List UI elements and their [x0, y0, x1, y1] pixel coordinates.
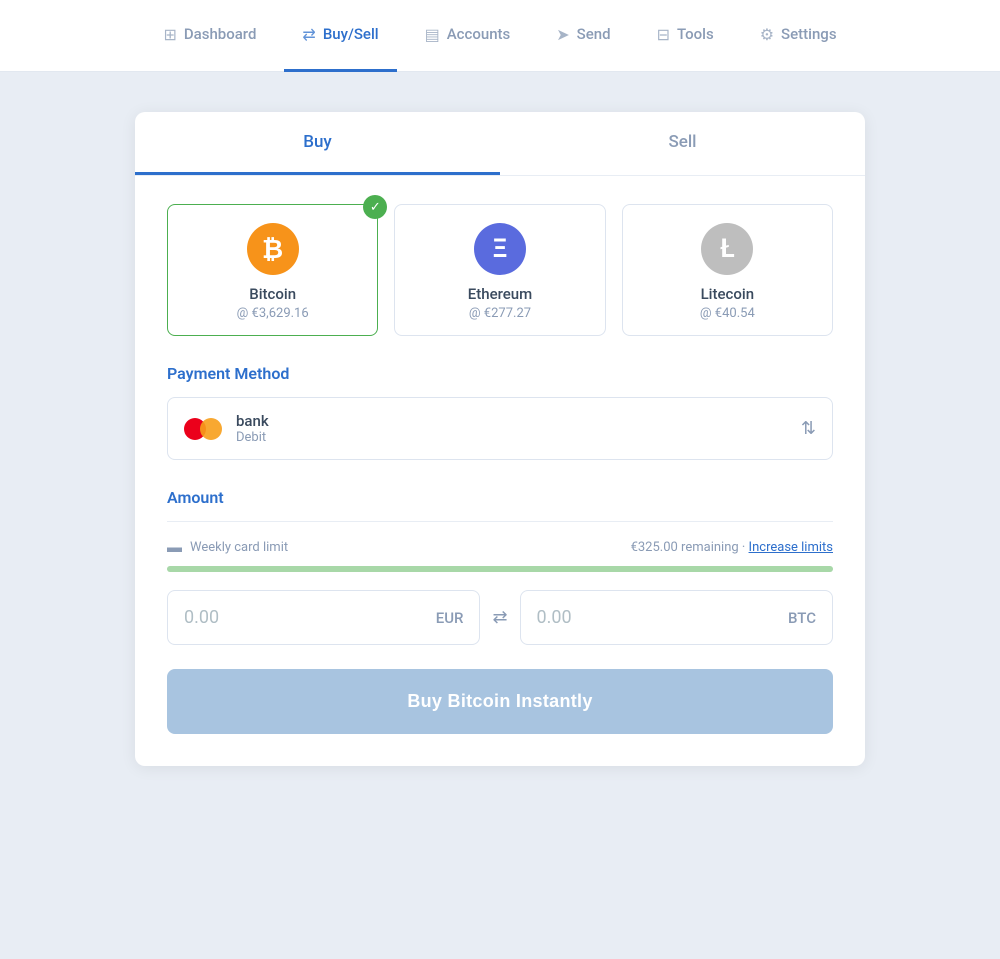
eur-currency: EUR — [436, 609, 464, 627]
ltc-name: Litecoin — [635, 285, 820, 303]
send-icon: ➤ — [556, 25, 569, 44]
nav-dashboard-label: Dashboard — [184, 25, 257, 43]
btc-name: Bitcoin — [180, 285, 365, 303]
progress-bar-fill — [167, 566, 833, 572]
nav-settings-label: Settings — [781, 25, 837, 43]
nav-accounts[interactable]: ▤ Accounts — [407, 0, 529, 72]
amount-section-label: Amount — [167, 488, 833, 507]
chevron-updown-icon: ⇅ — [801, 418, 816, 439]
mastercard-icon — [184, 416, 222, 442]
nav-settings[interactable]: ⚙ Settings — [742, 0, 855, 72]
dashboard-icon: ⊞ — [163, 25, 176, 44]
limit-row: ▬ Weekly card limit €325.00 remaining · … — [167, 538, 833, 556]
buy-sell-tabs: Buy Sell — [135, 112, 865, 176]
limit-separator: · — [742, 540, 749, 555]
ltc-price: @ €40.54 — [635, 306, 820, 321]
amount-divider — [167, 521, 833, 522]
amount-inputs: 0.00 EUR ⇄ 0.00 BTC — [167, 590, 833, 645]
eur-input-field[interactable]: 0.00 EUR — [167, 590, 480, 645]
crypto-selector: ✓ ₿ Bitcoin @ €3,629.16 Ξ Ethereum @ €27… — [167, 204, 833, 336]
nav-tools[interactable]: ⊟ Tools — [639, 0, 732, 72]
progress-bar-bg — [167, 566, 833, 572]
limit-label: Weekly card limit — [190, 540, 288, 555]
limit-remaining: €325.00 remaining — [631, 540, 739, 555]
crypto-item-ltc[interactable]: Ł Litecoin @ €40.54 — [622, 204, 833, 336]
main-content: Buy Sell ✓ ₿ Bitcoin @ €3,629.16 — [0, 72, 1000, 806]
btc-input-field[interactable]: 0.00 BTC — [520, 590, 833, 645]
tab-buy[interactable]: Buy — [135, 112, 500, 175]
tab-sell[interactable]: Sell — [500, 112, 865, 175]
nav-send-label: Send — [577, 25, 611, 43]
navigation: ⊞ Dashboard ⇄ Buy/Sell ▤ Accounts ➤ Send… — [0, 0, 1000, 72]
payment-sub: Debit — [236, 430, 801, 445]
btc-price: @ €3,629.16 — [180, 306, 365, 321]
nav-buysell[interactable]: ⇄ Buy/Sell — [284, 0, 396, 72]
nav-send[interactable]: ➤ Send — [538, 0, 628, 72]
eur-value: 0.00 — [184, 607, 219, 628]
nav-accounts-label: Accounts — [447, 25, 511, 43]
btc-currency: BTC — [788, 609, 816, 627]
selected-check-icon: ✓ — [363, 195, 387, 219]
nav-buysell-label: Buy/Sell — [323, 25, 379, 43]
buy-sell-card: Buy Sell ✓ ₿ Bitcoin @ €3,629.16 — [135, 112, 865, 766]
swap-currency-icon[interactable]: ⇄ — [492, 607, 507, 628]
limit-right: €325.00 remaining · Increase limits — [631, 540, 833, 555]
crypto-item-btc[interactable]: ✓ ₿ Bitcoin @ €3,629.16 — [167, 204, 378, 336]
card-body: ✓ ₿ Bitcoin @ €3,629.16 Ξ Ethereum @ €27… — [135, 176, 865, 766]
crypto-item-eth[interactable]: Ξ Ethereum @ €277.27 — [394, 204, 605, 336]
payment-method-selector[interactable]: bank Debit ⇅ — [167, 397, 833, 460]
accounts-icon: ▤ — [425, 25, 440, 44]
nav-dashboard[interactable]: ⊞ Dashboard — [145, 0, 274, 72]
ltc-icon: Ł — [701, 223, 753, 275]
buy-button[interactable]: Buy Bitcoin Instantly — [167, 669, 833, 734]
payment-name: bank — [236, 412, 801, 430]
limit-left: ▬ Weekly card limit — [167, 538, 288, 556]
increase-limits-link[interactable]: Increase limits — [749, 540, 833, 555]
eth-price: @ €277.27 — [407, 306, 592, 321]
payment-info: bank Debit — [236, 412, 801, 445]
btc-icon: ₿ — [247, 223, 299, 275]
buysell-icon: ⇄ — [302, 25, 315, 44]
payment-section-label: Payment Method — [167, 364, 833, 383]
settings-icon: ⚙ — [760, 25, 774, 44]
tools-icon: ⊟ — [657, 25, 670, 44]
eth-name: Ethereum — [407, 285, 592, 303]
card-limit-icon: ▬ — [167, 538, 182, 556]
eth-icon: Ξ — [474, 223, 526, 275]
btc-value: 0.00 — [537, 607, 572, 628]
nav-tools-label: Tools — [677, 25, 714, 43]
